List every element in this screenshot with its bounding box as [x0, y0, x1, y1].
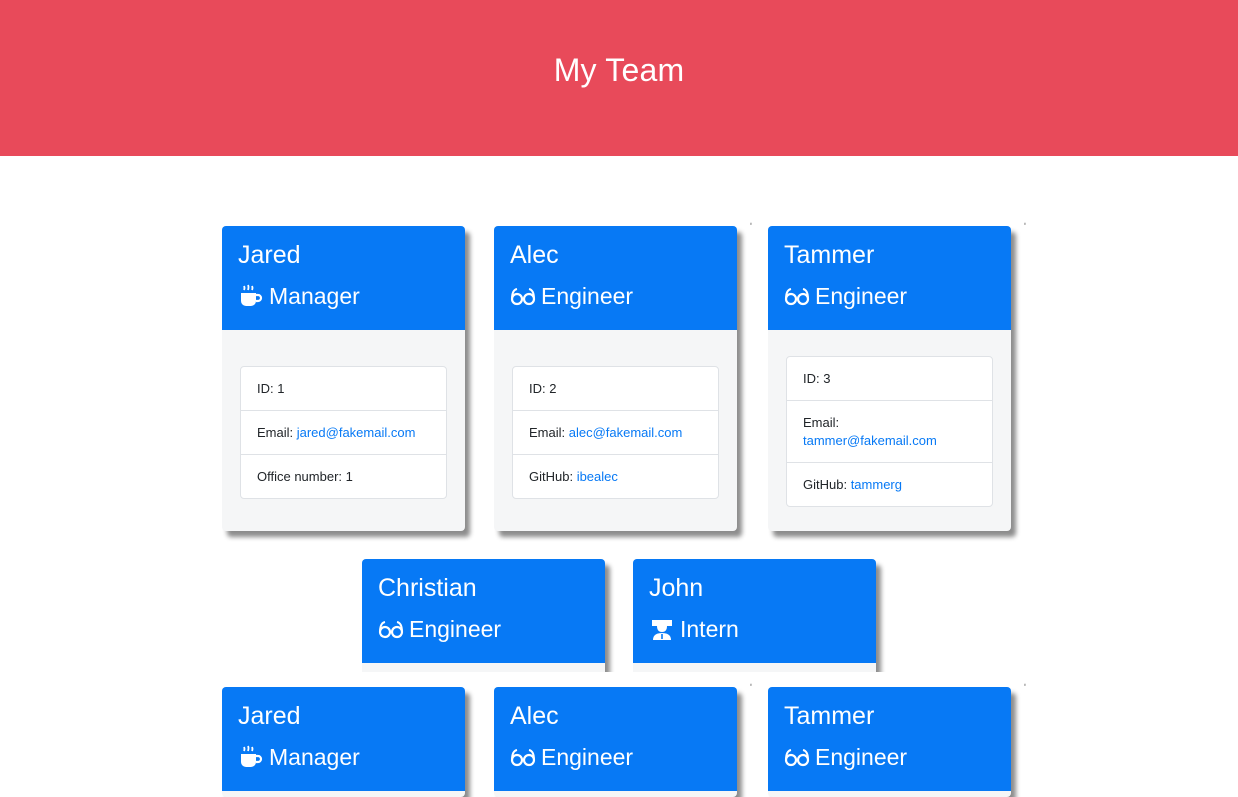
- id-value: 2: [549, 381, 557, 396]
- page-header: My Team: [0, 0, 1238, 156]
- employee-card: Tammer Engineer: [768, 687, 1011, 797]
- employee-name: John: [649, 574, 704, 602]
- employee-card: Tammer Engineer ID: 3 Email: tammer@fake…: [768, 226, 1011, 531]
- employee-role: Engineer: [784, 282, 995, 310]
- card-header: Alec Engineer: [494, 687, 737, 791]
- employee-role-label: Intern: [680, 616, 739, 642]
- card-body: ID: 1 Email: jared@fakemail.com Office n…: [222, 330, 465, 499]
- employee-name: Alec: [510, 241, 559, 269]
- stray-mark: ʹ: [1024, 222, 1026, 233]
- employee-name: Alec: [510, 702, 559, 730]
- employee-role-label: Engineer: [815, 744, 908, 770]
- glasses-icon: [510, 745, 536, 769]
- github-item: GitHub: ibealec: [513, 454, 718, 498]
- employee-details: ID: 3 Email: tammer@fakemail.com GitHub:…: [786, 356, 993, 507]
- card-header: Tammer Engineer: [768, 226, 1011, 330]
- page-title: My Team: [553, 51, 685, 88]
- card-body: ID: 3 Email: tammer@fakemail.com GitHub:…: [768, 330, 1011, 507]
- id-item: ID: 1: [257, 381, 285, 396]
- stray-mark: ʹ: [1024, 683, 1026, 694]
- employee-name: Tammer: [784, 702, 875, 730]
- glasses-icon: [784, 745, 810, 769]
- employee-card: Jared Manager: [222, 687, 465, 797]
- employee-card: John Intern: [633, 559, 876, 672]
- employee-card: Alec Engineer: [494, 687, 737, 797]
- coffee-icon: [238, 745, 264, 769]
- stray-mark: ʹ: [750, 222, 752, 233]
- email-link[interactable]: alec@fakemail.com: [569, 425, 683, 440]
- email-item: Email: alec@fakemail.com: [513, 410, 718, 454]
- employee-name: Christian: [378, 574, 477, 602]
- card-header: Alec Engineer: [494, 226, 737, 330]
- glasses-icon: [510, 284, 536, 308]
- employee-details: ID: 2 Email: alec@fakemail.com GitHub: i…: [512, 366, 719, 499]
- employee-role-label: Manager: [269, 744, 360, 770]
- office-value: 1: [345, 469, 353, 484]
- employee-role: Intern: [649, 615, 860, 643]
- email-link[interactable]: jared@fakemail.com: [297, 425, 416, 440]
- employee-role: Manager: [238, 743, 449, 771]
- employee-name: Jared: [238, 241, 301, 269]
- employee-role: Engineer: [510, 282, 721, 310]
- stray-mark: ʹ: [750, 683, 752, 694]
- employee-card: Christian Engineer: [362, 559, 605, 672]
- card-header: Jared Manager: [222, 687, 465, 791]
- coffee-icon: [238, 284, 264, 308]
- card-row-clipped: Christian Engineer John Intern: [355, 553, 895, 672]
- employee-card: Alec Engineer ID: 2 Email: alec@fakemail…: [494, 226, 737, 531]
- email-item: Email: tammer@fakemail.com: [787, 400, 992, 462]
- employee-role-label: Engineer: [541, 744, 634, 770]
- glasses-icon: [784, 284, 810, 308]
- employee-role-label: Engineer: [815, 283, 908, 309]
- employee-name: Jared: [238, 702, 301, 730]
- card-header: Jared Manager: [222, 226, 465, 330]
- github-link[interactable]: ibealec: [577, 469, 618, 484]
- graduate-icon: [649, 617, 675, 641]
- card-header: Tammer Engineer: [768, 687, 1011, 791]
- email-item: Email: jared@fakemail.com: [241, 410, 446, 454]
- github-link[interactable]: tammerg: [851, 477, 902, 492]
- employee-role: Engineer: [784, 743, 995, 771]
- office-item: Office number: 1: [241, 454, 446, 498]
- card-body: ID: 2 Email: alec@fakemail.com GitHub: i…: [494, 330, 737, 499]
- id-value: 3: [823, 371, 831, 386]
- employee-card: Jared Manager ID: 1 Email: jared@fakemai…: [222, 226, 465, 531]
- employee-role: Engineer: [510, 743, 721, 771]
- employee-name: Tammer: [784, 241, 875, 269]
- employee-role: Engineer: [378, 615, 589, 643]
- email-link[interactable]: tammer@fakemail.com: [803, 433, 937, 448]
- employee-role-label: Engineer: [409, 616, 502, 642]
- card-header: John Intern: [633, 559, 876, 663]
- id-value: 1: [277, 381, 285, 396]
- id-item: ID: 2: [529, 381, 557, 396]
- card-header: Christian Engineer: [362, 559, 605, 663]
- employee-role-label: Engineer: [541, 283, 634, 309]
- employee-role: Manager: [238, 282, 449, 310]
- employee-details: ID: 1 Email: jared@fakemail.com Office n…: [240, 366, 447, 499]
- glasses-icon: [378, 617, 404, 641]
- employee-role-label: Manager: [269, 283, 360, 309]
- github-item: GitHub: tammerg: [787, 462, 992, 506]
- id-item: ID: 3: [803, 371, 831, 386]
